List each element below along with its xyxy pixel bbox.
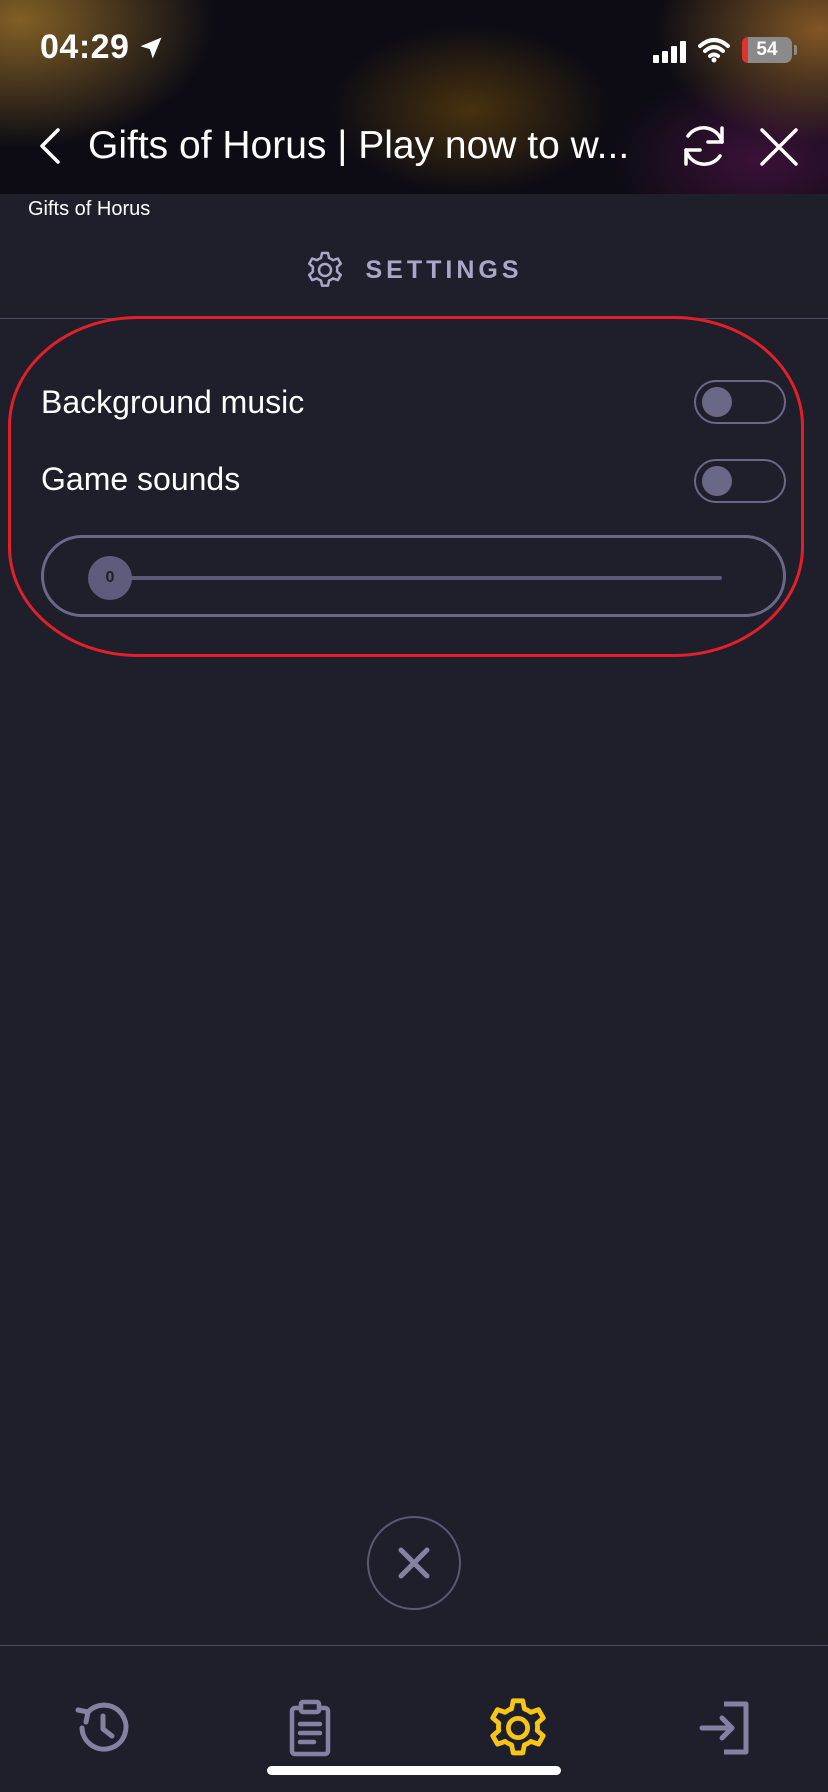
location-arrow-icon xyxy=(140,37,162,58)
volume-track[interactable] xyxy=(110,576,722,580)
background-music-toggle[interactable] xyxy=(694,380,786,424)
settings-header: SETTINGS xyxy=(0,248,828,292)
battery-icon: 54 xyxy=(742,37,797,63)
chevron-left-icon xyxy=(40,128,60,164)
settings-title: SETTINGS xyxy=(365,255,523,284)
status-time: 04:29 xyxy=(40,28,165,67)
close-settings-button[interactable] xyxy=(367,1516,461,1610)
logout-icon xyxy=(699,1701,749,1755)
battery-level: 54 xyxy=(756,39,778,60)
history-icon xyxy=(75,1702,129,1752)
gear-icon xyxy=(490,1698,546,1756)
toggle-knob xyxy=(702,466,732,496)
tab-bet-slip[interactable] xyxy=(270,1688,350,1768)
tab-logout[interactable] xyxy=(686,1688,766,1768)
cellular-signal-icon xyxy=(653,37,686,63)
wifi-icon xyxy=(698,38,730,63)
background-music-label: Background music xyxy=(41,384,305,420)
volume-thumb[interactable]: 0 xyxy=(88,556,132,600)
status-indicators: 54 xyxy=(653,34,797,66)
reload-button[interactable] xyxy=(678,120,730,172)
close-icon xyxy=(398,1547,430,1579)
close-icon xyxy=(760,128,798,166)
toggle-knob xyxy=(702,387,732,417)
home-indicator xyxy=(267,1766,561,1775)
game-label: Gifts of Horus xyxy=(28,198,151,220)
game-sounds-toggle[interactable] xyxy=(694,459,786,503)
reload-icon xyxy=(684,126,724,166)
clipboard-icon xyxy=(289,1699,331,1757)
game-sounds-label: Game sounds xyxy=(41,461,241,497)
tab-history[interactable] xyxy=(62,1688,142,1768)
back-button[interactable] xyxy=(32,120,68,172)
close-browser-button[interactable] xyxy=(754,122,804,172)
gear-icon xyxy=(308,251,343,287)
status-time-text: 04:29 xyxy=(40,28,130,66)
page-title: Gifts of Horus | Play now to w... xyxy=(88,124,630,167)
tab-settings[interactable] xyxy=(478,1688,558,1768)
volume-value: 0 xyxy=(105,569,115,586)
top-bar: 04:29 54 Gifts of Horus | Play now to w.… xyxy=(0,0,828,194)
volume-slider[interactable]: 0 xyxy=(41,535,786,617)
